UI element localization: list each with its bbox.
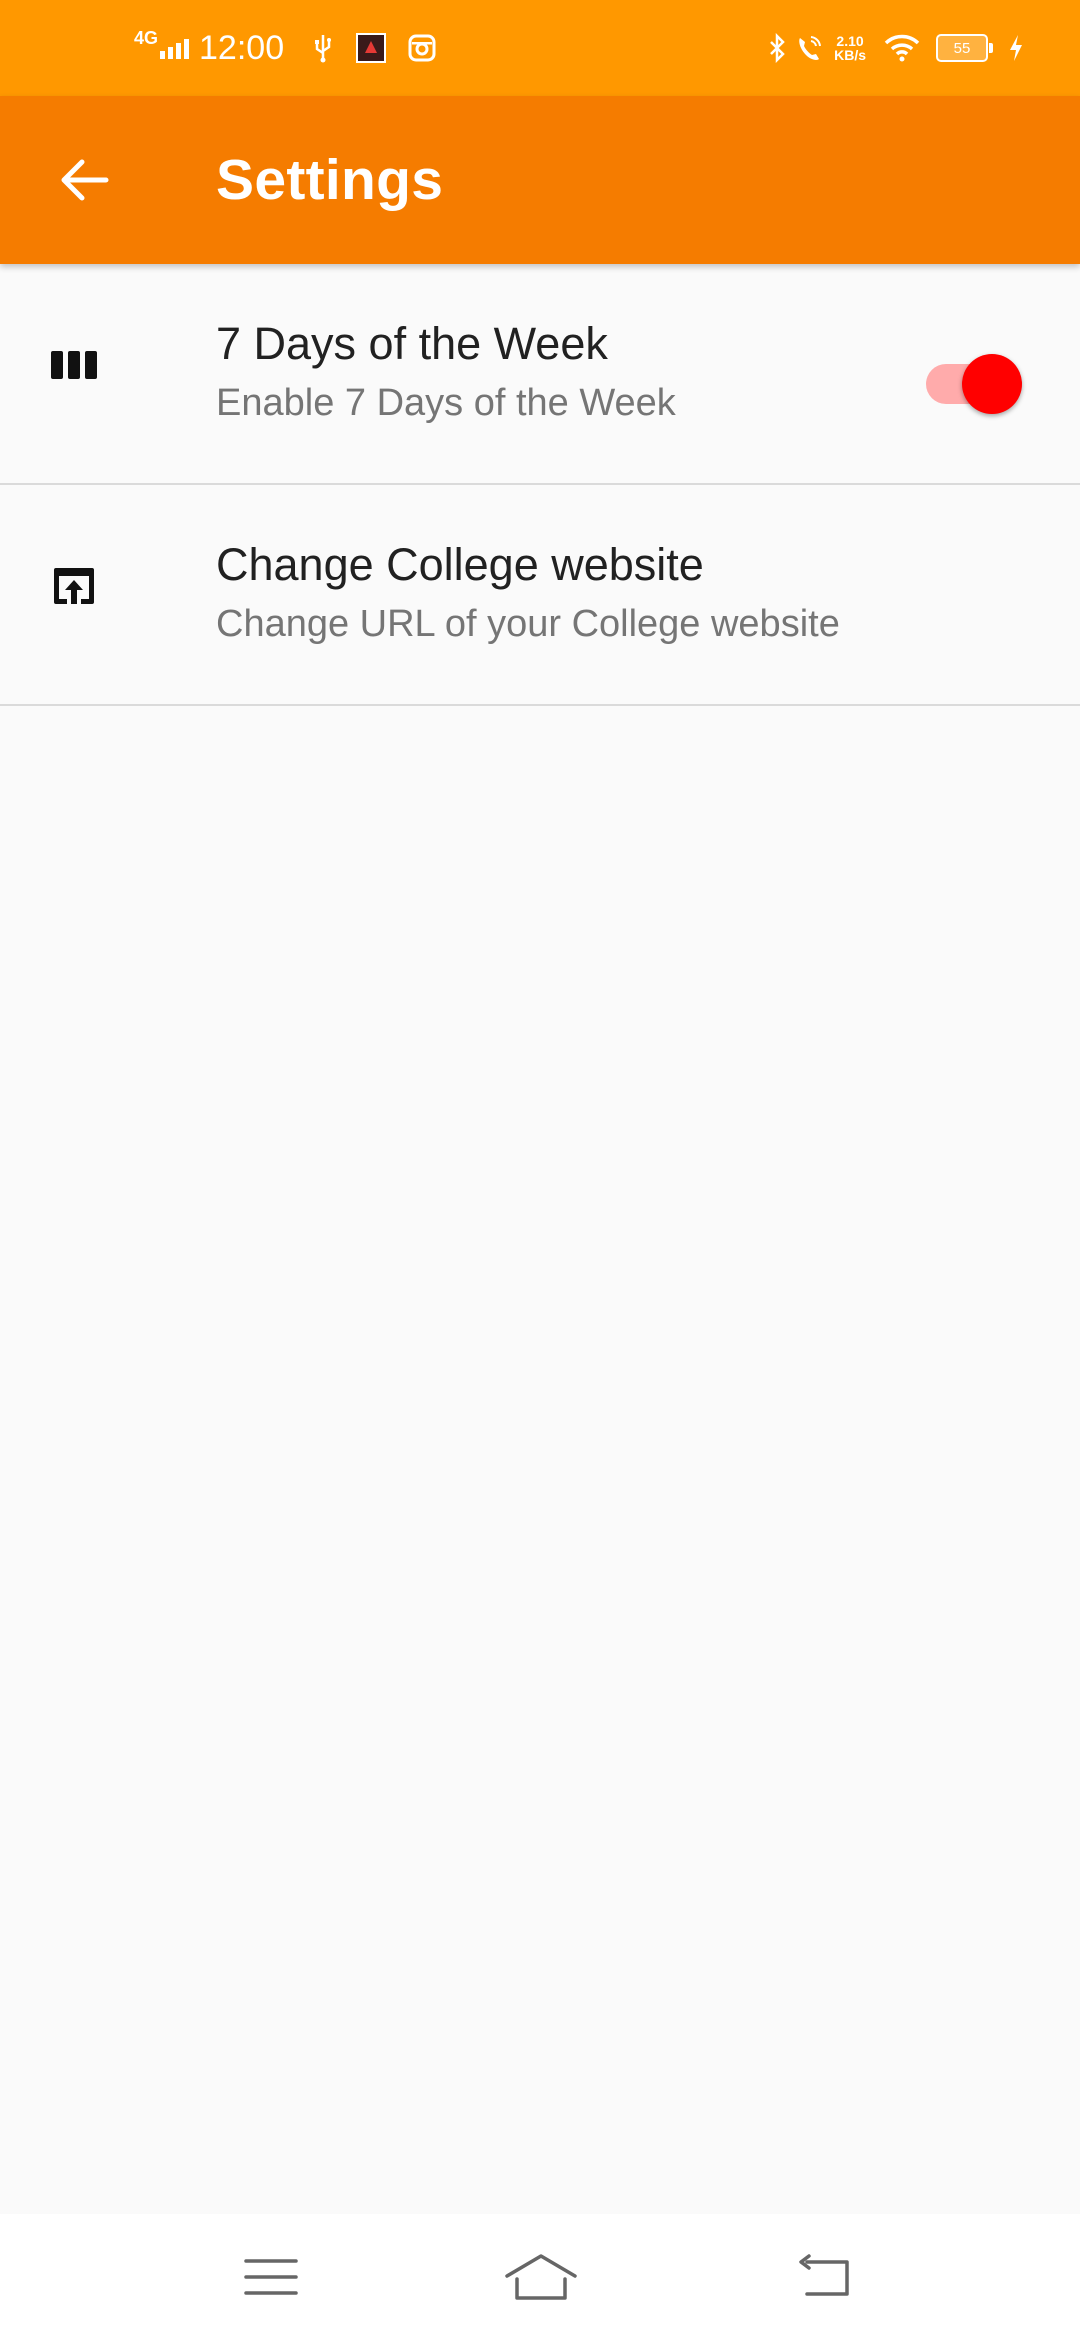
- usb-icon: [312, 33, 334, 63]
- network-speed-unit: KB/s: [834, 47, 866, 63]
- home-button[interactable]: [501, 2242, 581, 2312]
- open-in-browser-icon: [48, 560, 100, 612]
- navigation-bar: [0, 2214, 1080, 2340]
- app-notification-icon: [356, 33, 387, 63]
- status-bar: 4G 12:00 2.10 KB/s 55: [0, 0, 1080, 96]
- status-bar-left: 4G 12:00: [134, 0, 458, 96]
- preference-seven-days[interactable]: 7 Days of the Week Enable 7 Days of the …: [0, 264, 1080, 485]
- back-button[interactable]: [784, 2242, 864, 2312]
- page-title: Settings: [216, 148, 444, 212]
- clock: 12:00: [199, 28, 285, 67]
- preference-summary: Change URL of your College website: [216, 603, 840, 645]
- menu-button[interactable]: [231, 2242, 311, 2312]
- preference-summary: Enable 7 Days of the Week: [216, 382, 676, 424]
- wifi-icon: [884, 34, 920, 62]
- preference-college-website[interactable]: Change College website Change URL of you…: [0, 485, 1080, 706]
- status-bar-right: 2.10 KB/s 55: [768, 0, 1024, 96]
- view-week-icon: [48, 339, 100, 391]
- battery-level: 55: [953, 39, 971, 57]
- signal-icon: [160, 37, 190, 59]
- preference-title: Change College website: [216, 539, 704, 590]
- switch-thumb: [962, 354, 1022, 414]
- battery-icon: 55: [936, 34, 993, 62]
- settings-list: 7 Days of the Week Enable 7 Days of the …: [0, 264, 1080, 706]
- bluetooth-icon: [768, 33, 786, 63]
- home-icon: [505, 2254, 577, 2300]
- instagram-icon: [408, 34, 436, 62]
- app-bar: Settings: [0, 96, 1080, 264]
- charging-icon: [1008, 33, 1024, 63]
- wifi-calling-icon: [794, 33, 824, 63]
- arrow-back-icon: [61, 159, 109, 201]
- seven-days-switch[interactable]: [926, 350, 1022, 422]
- menu-icon: [244, 2259, 298, 2295]
- back-arrow-button[interactable]: [42, 138, 126, 222]
- network-type: 4G: [134, 27, 159, 48]
- back-icon: [799, 2254, 849, 2296]
- network-speed: 2.10 KB/s: [834, 34, 866, 62]
- preference-title: 7 Days of the Week: [216, 318, 608, 369]
